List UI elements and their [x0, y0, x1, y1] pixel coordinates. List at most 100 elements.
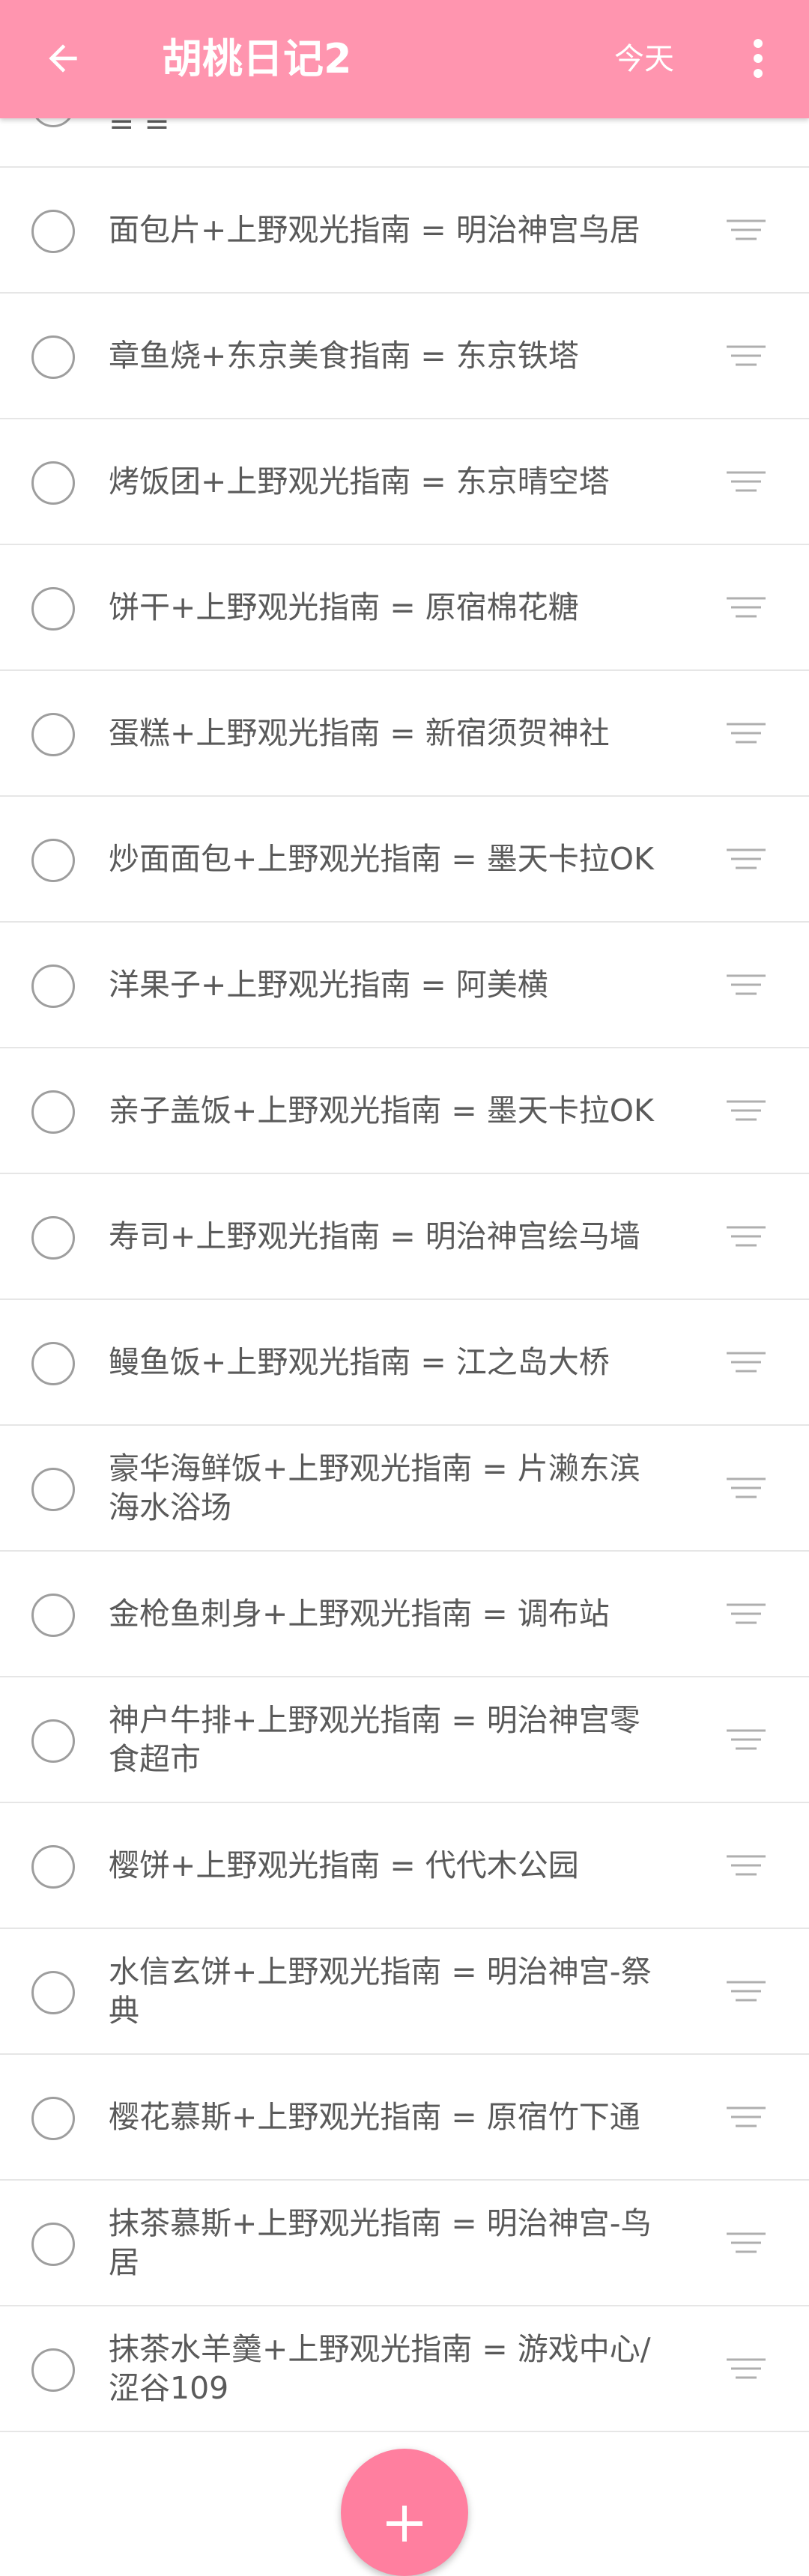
checkbox-circle[interactable] [31, 2223, 75, 2266]
list-item[interactable]: 鳗鱼饭+上野观光指南 = 江之岛大桥 [0, 1300, 809, 1426]
item-label-line: 鳗鱼饭+上野观光指南 = 江之岛大桥 [109, 1344, 610, 1380]
checkbox-circle[interactable] [31, 1594, 75, 1637]
checkbox-circle[interactable] [31, 1845, 75, 1889]
item-label: 寿司+上野观光指南 = 明治神宫绘马墙 [109, 1174, 691, 1298]
item-label-line: 洋果子+上野观光指南 = 阿美横 [109, 967, 548, 1003]
item-label-line: 抹茶慕斯+上野观光指南 = 明治神宫-鸟 [109, 2205, 652, 2241]
checkbox-circle[interactable] [31, 965, 75, 1008]
list-item[interactable]: 水信玄饼+上野观光指南 = 明治神宫-祭典 [0, 1929, 809, 2055]
item-label: 金枪鱼刺身+上野观光指南 = 调布站 [109, 1552, 691, 1676]
item-label-line: 炒面面包+上野观光指南 = 墨天卡拉OK [109, 841, 654, 877]
plus-icon [387, 2506, 422, 2542]
list-item[interactable]: 金枪鱼刺身+上野观光指南 = 调布站 [0, 1552, 809, 1677]
drag-handle-icon[interactable] [727, 722, 766, 747]
item-label-line: 抹茶水羊羹+上野观光指南 = 游戏中心/ [109, 2331, 651, 2367]
item-label-line: 水信玄饼+上野观光指南 = 明治神宫-祭 [109, 1954, 652, 1990]
drag-handle-icon[interactable] [727, 1603, 766, 1628]
drag-handle-icon[interactable] [727, 470, 766, 496]
item-label-line: 海水浴场 [109, 1489, 231, 1525]
list-item[interactable]: 面包片+上野观光指南 = 明治神宫鸟居 [0, 168, 809, 294]
item-label-line: 樱饼+上野观光指南 = 代代木公园 [109, 1847, 579, 1883]
back-button[interactable] [33, 28, 93, 88]
checkbox-circle[interactable] [31, 1342, 75, 1385]
checkbox-circle[interactable] [31, 2348, 75, 2392]
drag-handle-icon[interactable] [727, 1854, 766, 1880]
checkbox-circle[interactable] [31, 1090, 75, 1134]
checkbox-circle[interactable] [31, 839, 75, 882]
checkbox-circle[interactable] [31, 1216, 75, 1260]
item-label: 炒面面包+上野观光指南 = 墨天卡拉OK [109, 797, 691, 921]
more-vert-icon [754, 39, 763, 78]
list-item[interactable]: 樱花慕斯+上野观光指南 = 原宿竹下通 [0, 2055, 809, 2181]
item-label-line: 居 [109, 2244, 139, 2280]
app-bar: 胡桃日记2 今天 [0, 0, 809, 118]
checkbox-circle[interactable] [31, 587, 75, 631]
item-label: 神户牛排+上野观光指南 = 明治神宫零 食超市 [109, 1677, 691, 1802]
item-label: 饼干+上野观光指南 = 原宿棉花糖 [109, 545, 691, 669]
item-label: 洋果子+上野观光指南 = 阿美横 [109, 923, 691, 1047]
item-label: 水信玄饼+上野观光指南 = 明治神宫-祭典 [109, 1929, 691, 2053]
list-item[interactable]: 神户牛排+上野观光指南 = 明治神宫零 食超市 [0, 1677, 809, 1803]
item-label-line: 烤饭团+上野观光指南 = 东京晴空塔 [109, 464, 610, 499]
item-label-line: 食超市 [109, 1741, 201, 1777]
list-item[interactable]: 烤饭团+上野观光指南 = 东京晴空塔 [0, 419, 809, 545]
more-button[interactable] [736, 28, 781, 88]
checkbox-circle[interactable] [31, 461, 75, 505]
list-item[interactable]: 亲子盖饭+上野观光指南 = 墨天卡拉OK [0, 1048, 809, 1174]
drag-handle-icon[interactable] [727, 344, 766, 370]
item-label-line: 饼干+上野观光指南 = 原宿棉花糖 [109, 589, 579, 625]
checkbox-circle[interactable] [31, 1468, 75, 1511]
today-button[interactable]: 今天 [614, 0, 674, 118]
drag-handle-icon[interactable] [727, 2106, 766, 2131]
list-item[interactable]: 豪华海鲜饭+上野观光指南 = 片濑东滨 海水浴场 [0, 1426, 809, 1552]
checkbox-circle[interactable] [31, 1971, 75, 2014]
drag-handle-icon[interactable] [727, 2232, 766, 2257]
drag-handle-icon[interactable] [727, 2357, 766, 2383]
item-label-line: 蛋糕+上野观光指南 = 新宿须贺神社 [109, 715, 610, 751]
drag-handle-icon[interactable] [727, 973, 766, 999]
drag-handle-icon[interactable] [727, 596, 766, 622]
item-label: 亲子盖饭+上野观光指南 = 墨天卡拉OK [109, 1048, 691, 1173]
list-item[interactable]: 寿司+上野观光指南 = 明治神宫绘马墙 [0, 1174, 809, 1300]
checkbox-circle[interactable] [31, 713, 75, 756]
checkbox-circle[interactable] [31, 1719, 75, 1763]
drag-handle-icon[interactable] [727, 848, 766, 873]
item-label-line: 金枪鱼刺身+上野观光指南 = 调布站 [109, 1596, 610, 1632]
item-label: 抹茶慕斯+上野观光指南 = 明治神宫-鸟居 [109, 2181, 691, 2305]
drag-handle-icon[interactable] [727, 1477, 766, 1502]
list-item[interactable]: 炒面面包+上野观光指南 = 墨天卡拉OK [0, 797, 809, 923]
list-item[interactable]: 章鱼烧+东京美食指南 = 东京铁塔 [0, 294, 809, 419]
list-item[interactable]: 抹茶慕斯+上野观光指南 = 明治神宫-鸟居 [0, 2181, 809, 2306]
item-label-line: 涩谷109 [109, 2370, 229, 2406]
diary-list: = = = = = = = = = = = = = = = = = =面包片+上… [0, 42, 809, 2432]
drag-handle-icon[interactable] [727, 1728, 766, 1754]
list-item[interactable]: 洋果子+上野观光指南 = 阿美横 [0, 923, 809, 1048]
list-item[interactable]: 抹茶水羊羹+上野观光指南 = 游戏中心/涩谷109 [0, 2306, 809, 2432]
drag-handle-icon[interactable] [727, 1980, 766, 2005]
item-label-line: 樱花慕斯+上野观光指南 = 原宿竹下通 [109, 2099, 640, 2135]
item-label-line: 亲子盖饭+上野观光指南 = 墨天卡拉OK [109, 1093, 654, 1128]
item-label-line: 豪华海鲜饭+上野观光指南 = 片濑东滨 [109, 1450, 640, 1486]
list-item[interactable]: 蛋糕+上野观光指南 = 新宿须贺神社 [0, 671, 809, 797]
item-label-line: 章鱼烧+东京美食指南 = 东京铁塔 [109, 338, 579, 374]
list-item[interactable]: 樱饼+上野观光指南 = 代代木公园 [0, 1803, 809, 1929]
checkbox-circle[interactable] [31, 2097, 75, 2140]
drag-handle-icon[interactable] [727, 219, 766, 244]
drag-handle-icon[interactable] [727, 1099, 766, 1125]
checkbox-circle[interactable] [31, 210, 75, 253]
item-label-line: 面包片+上野观光指南 = 明治神宫鸟居 [109, 212, 640, 248]
item-label: 樱饼+上野观光指南 = 代代木公园 [109, 1803, 691, 1928]
item-label: 蛋糕+上野观光指南 = 新宿须贺神社 [109, 671, 691, 795]
item-label-line: 神户牛排+上野观光指南 = 明治神宫零 [109, 1702, 640, 1738]
item-label-line: 寿司+上野观光指南 = 明治神宫绘马墙 [109, 1218, 640, 1254]
add-button[interactable] [341, 2449, 468, 2576]
item-label: 樱花慕斯+上野观光指南 = 原宿竹下通 [109, 2055, 691, 2179]
list-item[interactable]: 饼干+上野观光指南 = 原宿棉花糖 [0, 545, 809, 671]
drag-handle-icon[interactable] [727, 1351, 766, 1376]
item-label-line: 典 [109, 1993, 139, 2029]
item-label: 鳗鱼饭+上野观光指南 = 江之岛大桥 [109, 1300, 691, 1424]
drag-handle-icon[interactable] [727, 1225, 766, 1251]
item-label: 豪华海鲜饭+上野观光指南 = 片濑东滨 海水浴场 [109, 1426, 691, 1550]
checkbox-circle[interactable] [31, 335, 75, 379]
item-label: 抹茶水羊羹+上野观光指南 = 游戏中心/涩谷109 [109, 2306, 691, 2431]
